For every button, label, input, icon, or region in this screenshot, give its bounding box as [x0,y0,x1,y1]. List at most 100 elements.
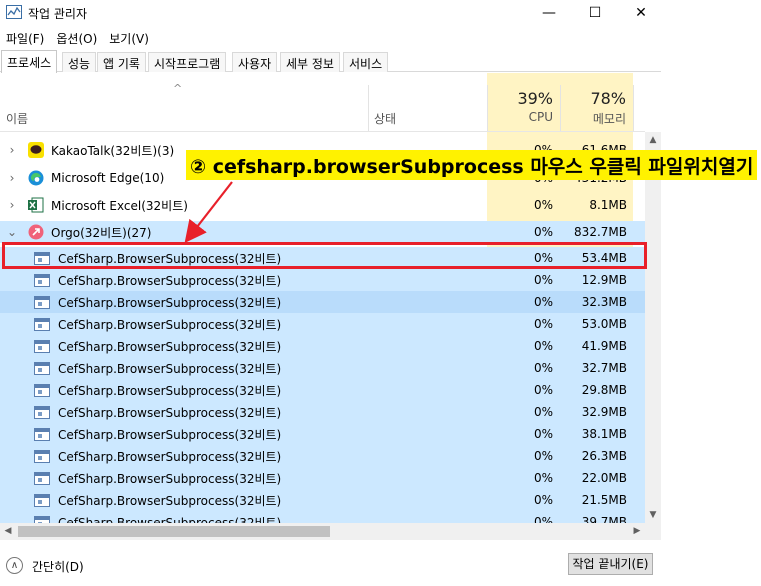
subprocess-name: CefSharp.BrowserSubprocess(32비트) [58,339,282,354]
header-divider [368,85,369,132]
subprocess-row[interactable]: CefSharp.BrowserSubprocess(32비트) 0% 26.3… [0,445,645,467]
subprocess-row[interactable]: CefSharp.BrowserSubprocess(32비트) 0% 21.5… [0,489,645,511]
expand-chevron-icon[interactable]: › [6,198,18,212]
subprocess-name: CefSharp.BrowserSubprocess(32비트) [58,383,282,398]
window-process-icon [34,471,50,485]
subprocess-cpu: 0% [533,493,553,507]
maximize-button[interactable]: ☐ [572,0,618,26]
window-process-icon [34,273,50,287]
window-process-icon [34,295,50,309]
subprocess-cpu: 0% [533,405,553,419]
collapse-chevron-icon[interactable]: ⌄ [6,225,18,239]
subprocess-memory: 21.5MB [581,493,627,507]
scroll-right-icon[interactable]: ▶ [629,523,645,540]
subprocess-memory: 32.7MB [581,361,627,375]
subprocess-name: CefSharp.BrowserSubprocess(32비트) [58,493,282,508]
subprocess-row[interactable]: CefSharp.BrowserSubprocess(32비트) 0% 41.9… [0,335,645,357]
subprocess-cpu: 0% [533,427,553,441]
window-process-icon [34,427,50,441]
scroll-down-icon[interactable]: ▼ [645,507,661,523]
title-bar: 작업 관리자 — ☐ ✕ [0,0,761,26]
subprocess-memory: 53.0MB [581,317,627,331]
scroll-up-icon[interactable]: ▲ [645,132,661,148]
subprocess-name: CefSharp.BrowserSubprocess(32비트) [58,427,282,442]
tab-details[interactable]: 세부 정보 [280,52,340,72]
column-status-header[interactable]: 상태 [374,110,396,127]
scrollbar-corner [645,523,661,540]
subprocess-cpu: 0% [533,295,553,309]
subprocess-memory: 39.7MB [581,515,627,523]
window-process-icon [34,449,50,463]
subprocess-memory: 12.9MB [581,273,627,287]
process-list: ^ 이름 상태 39% CPU 78% 메모리 › KakaoTalk(32비트… [0,73,661,523]
subprocess-name: CefSharp.BrowserSubprocess(32비트) [58,273,282,288]
subprocess-memory: 22.0MB [581,471,627,485]
subprocess-row[interactable]: CefSharp.BrowserSubprocess(32비트) 0% 32.9… [0,401,645,423]
process-name: KakaoTalk(32비트)(3) [51,143,175,158]
menu-file[interactable]: 파일(F) [0,27,50,49]
subprocess-row[interactable]: CefSharp.BrowserSubprocess(32비트) 0% 53.0… [0,313,645,335]
subprocess-row[interactable]: CefSharp.BrowserSubprocess(32비트) 0% 32.7… [0,357,645,379]
collapse-icon[interactable]: ∧ [6,557,23,574]
subprocess-name: CefSharp.BrowserSubprocess(32비트) [58,405,282,420]
horizontal-scrollbar[interactable]: ◀ ▶ [0,523,645,540]
scroll-left-icon[interactable]: ◀ [0,523,16,540]
subprocess-memory: 38.1MB [581,427,627,441]
window-process-icon [34,361,50,375]
subprocess-name: CefSharp.BrowserSubprocess(32비트) [58,515,282,524]
window-process-icon [34,405,50,419]
end-task-button[interactable]: 작업 끝내기(E) [568,553,653,575]
subprocess-name: CefSharp.BrowserSubprocess(32비트) [58,471,282,486]
tab-app-history[interactable]: 앱 기록 [97,52,146,72]
subprocess-row[interactable]: CefSharp.BrowserSubprocess(32비트) 0% 38.1… [0,423,645,445]
vertical-scrollbar[interactable]: ▲ ▼ [645,132,661,523]
window-process-icon [34,383,50,397]
tab-processes[interactable]: 프로세스 [1,50,58,73]
annotation-label: ② cefsharp.browserSubprocess 마우스 우클릭 파일위… [186,150,758,180]
subprocess-cpu: 0% [533,361,553,375]
minimize-button[interactable]: — [526,0,572,26]
subprocess-row[interactable]: CefSharp.BrowserSubprocess(32비트) 0% 39.7… [0,511,645,523]
window-process-icon [34,317,50,331]
menu-bar: 파일(F) 옵션(O) 보기(V) [0,27,155,49]
process-row-expanded[interactable]: ⌄ Orgo(32비트)(27) 0% 832.7MB [0,221,645,243]
subprocess-row[interactable]: CefSharp.BrowserSubprocess(32비트) 0% 32.3… [0,291,645,313]
subprocess-memory: 32.3MB [581,295,627,309]
cpu-total-percent[interactable]: 39% [490,89,553,108]
subprocess-memory: 29.8MB [581,383,627,397]
memory-total-percent[interactable]: 78% [563,89,626,108]
excel-icon [28,197,44,213]
subprocess-cpu: 0% [533,471,553,485]
process-name: Microsoft Excel(32비트) [51,198,188,213]
header-divider [633,85,634,132]
subprocess-row[interactable]: CefSharp.BrowserSubprocess(32비트) 0% 12.9… [0,269,645,291]
subprocess-name: CefSharp.BrowserSubprocess(32비트) [58,361,282,376]
subprocess-cpu: 0% [533,273,553,287]
header-divider [487,85,488,132]
menu-view[interactable]: 보기(V) [103,27,155,49]
fewer-details-link[interactable]: 간단히(D) [32,558,84,575]
subprocess-name: CefSharp.BrowserSubprocess(32비트) [58,295,282,310]
process-row[interactable]: › Microsoft Excel(32비트) 0% 8.1MB [0,194,645,216]
tab-performance[interactable]: 성능 [62,52,97,72]
menu-options[interactable]: 옵션(O) [50,27,103,49]
horizontal-scroll-thumb[interactable] [18,526,330,537]
subprocess-row[interactable]: CefSharp.BrowserSubprocess(32비트) 0% 29.8… [0,379,645,401]
close-button[interactable]: ✕ [618,0,664,26]
process-cpu: 0% [533,198,553,212]
tab-users[interactable]: 사용자 [232,52,278,72]
tab-startup[interactable]: 시작프로그램 [148,52,227,72]
subprocess-cpu: 0% [533,339,553,353]
expand-chevron-icon[interactable]: › [6,143,18,157]
expand-chevron-icon[interactable]: › [6,171,18,185]
sort-caret-icon[interactable]: ^ [173,82,182,95]
window-process-icon [34,515,50,523]
column-name-header[interactable]: 이름 [6,110,28,127]
subprocess-row[interactable]: CefSharp.BrowserSubprocess(32비트) 0% 22.0… [0,467,645,489]
tab-services[interactable]: 서비스 [343,52,389,72]
highlight-box [2,242,647,269]
column-cpu-header[interactable]: CPU [490,110,553,124]
subprocess-cpu: 0% [533,317,553,331]
kakaotalk-icon [28,142,44,158]
column-memory-header[interactable]: 메모리 [563,110,626,127]
